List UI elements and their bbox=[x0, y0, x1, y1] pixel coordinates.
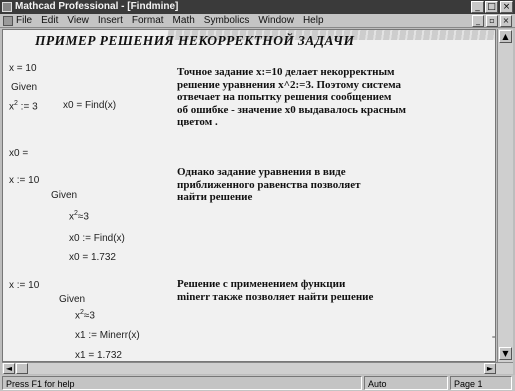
menu-help[interactable]: Help bbox=[303, 14, 324, 28]
menu-math[interactable]: Math bbox=[173, 14, 195, 28]
menu-symbolics[interactable]: Symbolics bbox=[204, 14, 250, 28]
menu-view[interactable]: View bbox=[67, 14, 89, 28]
scroll-right-arrow-icon[interactable]: ► bbox=[484, 363, 496, 374]
doc-restore-button[interactable]: ▫ bbox=[486, 15, 498, 27]
equation-2[interactable]: x2≈3 bbox=[69, 210, 89, 222]
worksheet-heading: ПРИМЕР РЕШЕНИЯ НЕКОРРЕКТНОЙ ЗАДАЧИ bbox=[35, 33, 355, 48]
title-bar: Mathcad Professional - [Findmine] _ □ × bbox=[0, 0, 515, 14]
x-definition-3[interactable]: x := 10 bbox=[9, 280, 39, 291]
x-definition-1[interactable]: x = 10 bbox=[9, 63, 37, 74]
equation-3[interactable]: x2≈3 bbox=[75, 309, 95, 321]
note-3[interactable]: Решение с применением функции minerr так… bbox=[177, 278, 373, 303]
find-expression-1[interactable]: x0 = Find(x) bbox=[63, 100, 116, 111]
menu-insert[interactable]: Insert bbox=[98, 14, 123, 28]
scroll-up-arrow-icon[interactable]: ▲ bbox=[499, 30, 512, 43]
scroll-down-arrow-icon[interactable]: ▼ bbox=[499, 347, 512, 360]
horizontal-scroll-thumb[interactable] bbox=[16, 363, 28, 374]
scroll-left-arrow-icon[interactable]: ◄ bbox=[3, 363, 15, 374]
menu-format[interactable]: Format bbox=[132, 14, 164, 28]
note-1[interactable]: Точное задание x:=10 делает некорректным… bbox=[177, 66, 406, 129]
note-2[interactable]: Однако задание уравнения в виде приближе… bbox=[177, 166, 361, 204]
status-bar: Press F1 for help Auto Page 1 bbox=[0, 375, 515, 391]
maximize-button[interactable]: □ bbox=[485, 1, 498, 13]
minerr-expression[interactable]: x1 := Minerr(x) bbox=[75, 330, 140, 341]
given-keyword-3[interactable]: Given bbox=[59, 294, 85, 305]
menu-edit[interactable]: Edit bbox=[41, 14, 58, 28]
minimize-button[interactable]: _ bbox=[471, 1, 484, 13]
status-calc-mode: Auto bbox=[364, 376, 448, 390]
window-title: Mathcad Professional - [Findmine] bbox=[15, 1, 179, 12]
close-button[interactable]: × bbox=[500, 1, 513, 13]
result-3[interactable]: x1 = 1.732 bbox=[75, 350, 122, 361]
result-1[interactable]: x0 = bbox=[9, 148, 28, 159]
given-keyword-1[interactable]: Given bbox=[11, 82, 37, 93]
equation-1[interactable]: x2 := 3 bbox=[9, 100, 38, 112]
vertical-scrollbar[interactable]: ▲ ▼ bbox=[497, 29, 513, 362]
result-2[interactable]: x0 = 1.732 bbox=[69, 252, 116, 263]
find-expression-2[interactable]: x0 := Find(x) bbox=[69, 233, 125, 244]
status-page-number: Page 1 bbox=[450, 376, 512, 390]
horizontal-scrollbar[interactable]: ◄ ► bbox=[2, 362, 513, 374]
worksheet[interactable]: ПРИМЕР РЕШЕНИЯ НЕКОРРЕКТНОЙ ЗАДАЧИ x = 1… bbox=[2, 29, 496, 362]
menu-file[interactable]: File bbox=[16, 14, 32, 28]
x-definition-2[interactable]: x := 10 bbox=[9, 175, 39, 186]
menu-bar: File Edit View Insert Format Math Symbol… bbox=[0, 14, 515, 28]
status-help-text: Press F1 for help bbox=[2, 376, 362, 390]
doc-close-button[interactable]: × bbox=[500, 15, 512, 27]
given-keyword-2[interactable]: Given bbox=[51, 190, 77, 201]
menu-window[interactable]: Window bbox=[258, 14, 294, 28]
mathcad-app-icon[interactable] bbox=[2, 2, 12, 12]
doc-minimize-button[interactable]: _ bbox=[472, 15, 484, 27]
crosshair-cursor-icon: + bbox=[491, 330, 495, 344]
document-icon[interactable] bbox=[3, 16, 13, 26]
